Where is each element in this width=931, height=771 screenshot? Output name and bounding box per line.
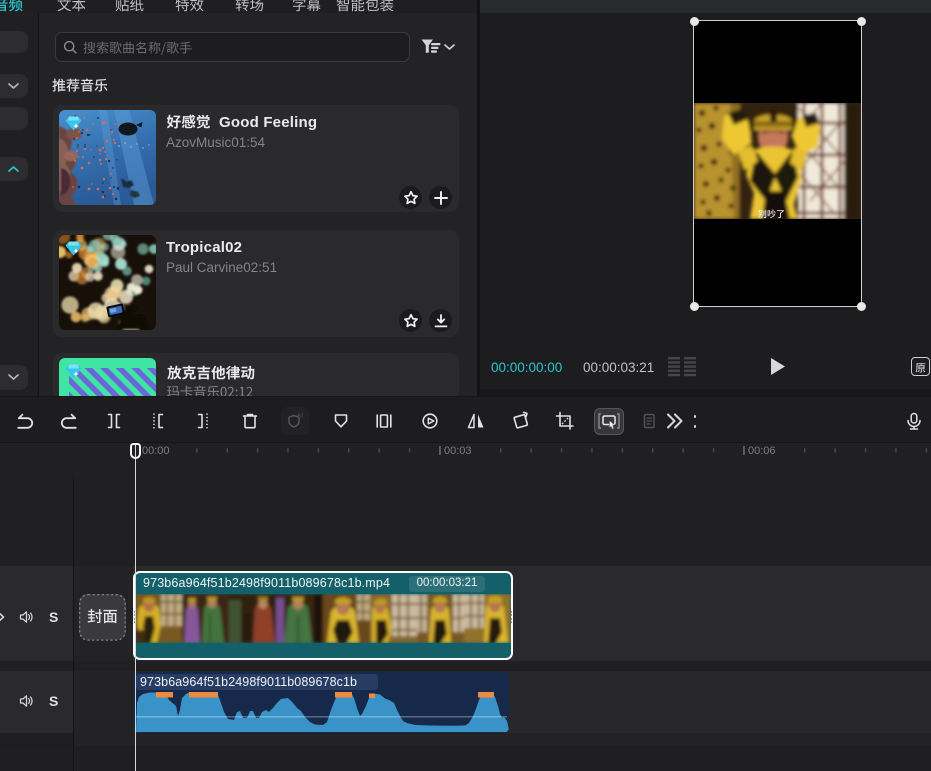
svg-text:AI: AI [297,413,303,420]
